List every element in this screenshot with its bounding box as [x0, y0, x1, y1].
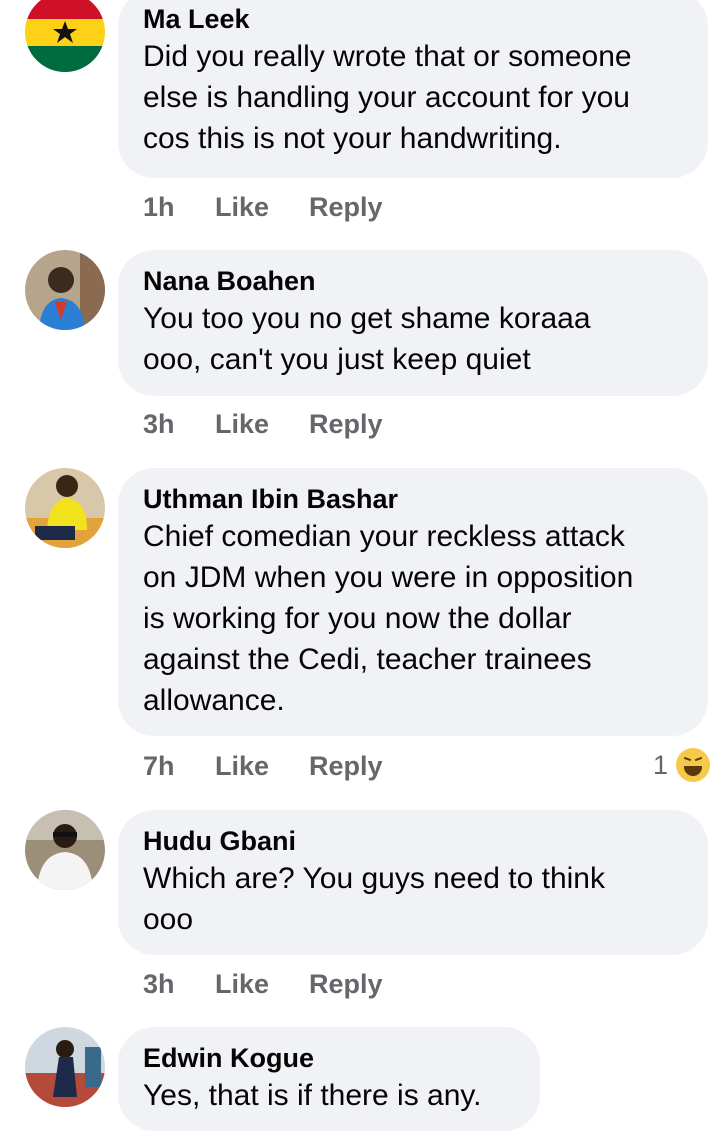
- comment-time[interactable]: 7h: [143, 751, 215, 782]
- comment-actions: 7h Like Reply: [143, 751, 383, 782]
- comment-author[interactable]: Edwin Kogue: [143, 1041, 514, 1075]
- comment-text: Yes, that is if there is any.: [143, 1079, 482, 1112]
- profile-photo: [25, 468, 105, 548]
- like-button[interactable]: Like: [215, 969, 309, 1000]
- comment-item: Edwin Kogue Yes, that is if there is any…: [0, 1027, 720, 1146]
- comment-time[interactable]: 3h: [143, 409, 215, 440]
- comment-time[interactable]: 3h: [143, 969, 215, 1000]
- reply-button[interactable]: Reply: [309, 969, 383, 1000]
- comment-author[interactable]: Hudu Gbani: [143, 824, 682, 858]
- comment-text: Did you really wrote that or someone els…: [143, 40, 632, 155]
- comment-time[interactable]: 1h: [143, 192, 215, 223]
- comment-item: Hudu Gbani Which are? You guys need to t…: [0, 810, 720, 1010]
- comment-actions: 3h Like Reply: [143, 969, 383, 1000]
- like-button[interactable]: Like: [215, 192, 309, 223]
- like-button[interactable]: Like: [215, 751, 309, 782]
- comment-author[interactable]: Ma Leek: [143, 2, 682, 36]
- comment-text: Which are? You guys need to think ooo: [143, 862, 605, 936]
- avatar[interactable]: [25, 0, 105, 72]
- reaction-count: 1: [652, 749, 668, 780]
- avatar[interactable]: [25, 468, 105, 548]
- profile-photo: [25, 250, 105, 330]
- comment-bubble: Edwin Kogue Yes, that is if there is any…: [118, 1027, 540, 1131]
- comment-item: Ma Leek Did you really wrote that or som…: [0, 0, 720, 240]
- reply-button[interactable]: Reply: [309, 192, 383, 223]
- reaction-summary[interactable]: 1: [653, 748, 710, 782]
- comment-item: Uthman Ibin Bashar Chief comedian your r…: [0, 468, 720, 798]
- comment-item: Nana Boahen You too you no get shame kor…: [0, 250, 720, 450]
- comment-bubble: Nana Boahen You too you no get shame kor…: [118, 250, 708, 396]
- comment-text: Chief comedian your reckless attack on J…: [143, 520, 634, 717]
- comment-actions: 3h Like Reply: [143, 409, 383, 440]
- like-button[interactable]: Like: [215, 409, 309, 440]
- comment-author[interactable]: Uthman Ibin Bashar: [143, 482, 682, 516]
- comment-bubble: Hudu Gbani Which are? You guys need to t…: [118, 810, 708, 955]
- ghana-flag-avatar: [25, 0, 105, 72]
- comment-actions: 1h Like Reply: [143, 192, 383, 223]
- reply-button[interactable]: Reply: [309, 409, 383, 440]
- comment-author[interactable]: Nana Boahen: [143, 264, 682, 298]
- avatar[interactable]: [25, 250, 105, 330]
- avatar[interactable]: [25, 810, 105, 890]
- avatar[interactable]: [25, 1027, 105, 1107]
- profile-photo: [25, 810, 105, 890]
- laughing-emoji-icon: [676, 748, 710, 782]
- comment-text: You too you no get shame koraaa ooo, can…: [143, 302, 591, 376]
- reply-button[interactable]: Reply: [309, 751, 383, 782]
- profile-photo: [25, 1027, 105, 1107]
- comment-bubble: Uthman Ibin Bashar Chief comedian your r…: [118, 468, 708, 736]
- comment-bubble: Ma Leek Did you really wrote that or som…: [118, 0, 708, 178]
